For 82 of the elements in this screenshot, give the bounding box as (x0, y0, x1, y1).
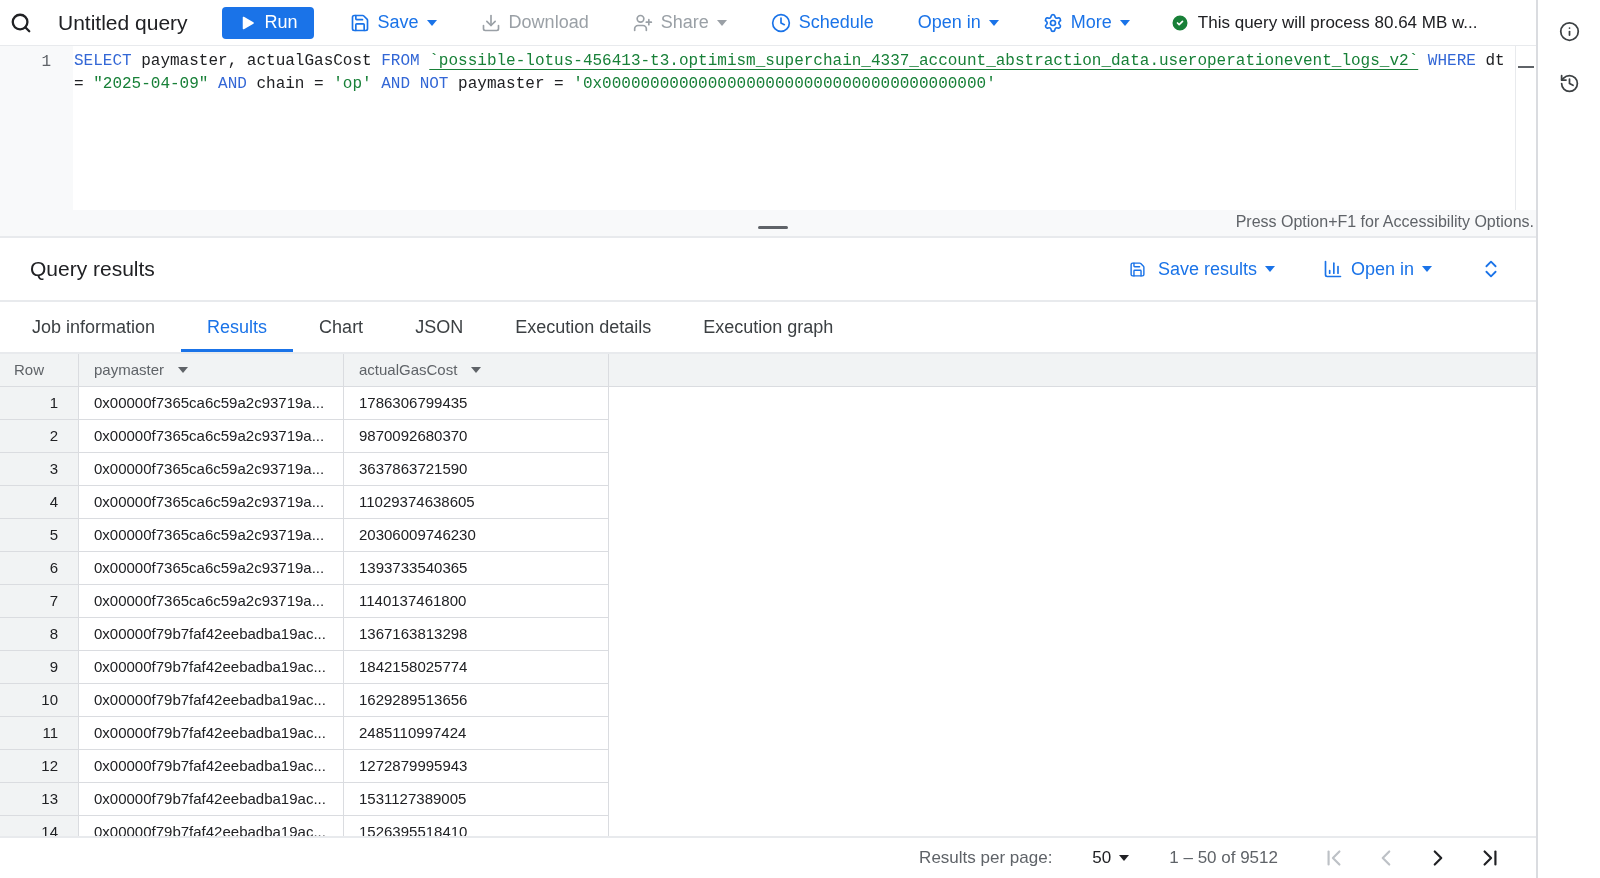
check-icon (1169, 12, 1190, 33)
table-cell: 0x00000f79b7faf42eebadba19ac... (79, 618, 344, 651)
table-cell: 0x00000f79b7faf42eebadba19ac... (79, 651, 344, 684)
table-cell: 0x00000f7365ca6c59a2c93719a... (79, 420, 344, 453)
open-in-button[interactable]: Open in (1322, 255, 1432, 283)
table-cell: 9870092680370 (344, 420, 609, 453)
table-cell: 1786306799435 (344, 387, 609, 420)
save-results-button[interactable]: Save results (1128, 255, 1275, 283)
row-number: 11 (0, 717, 79, 750)
table-cell: 0x00000f7365ca6c59a2c93719a... (79, 585, 344, 618)
code-line: = "2025-04-09" AND chain = 'op' AND NOT paymaster = '0x0000000000000000000000000000000000000000' (74, 74, 997, 95)
row-number: 5 (0, 519, 79, 552)
download-icon (480, 12, 501, 33)
table-cell: 3637863721590 (344, 453, 609, 486)
caret-icon (1119, 855, 1130, 861)
add-person-icon (632, 12, 653, 33)
row-number: 9 (0, 651, 79, 684)
caret-icon (1422, 266, 1432, 272)
toolbar-button[interactable]: Schedule (762, 6, 882, 39)
code-line: SELECT paymaster, actualGasCost FROM `possible-lotus-456413-t3.optimism_superchain_4337_account_abstraction_data.useroperationevent_logs_v2` WHERE dt (74, 51, 1506, 72)
table-cell: 1842158025774 (344, 651, 609, 684)
row-number: 4 (0, 486, 79, 519)
row-number: 6 (0, 552, 79, 585)
query-title: Untitled query (58, 9, 188, 36)
row-number: 10 (0, 684, 79, 717)
results-tab[interactable]: Execution details (489, 302, 678, 352)
results-per-page-label: Results per page: (919, 847, 1053, 870)
settings-icon (1042, 12, 1063, 33)
caret-icon (1264, 266, 1275, 272)
row-number: 8 (0, 618, 79, 651)
results-tab[interactable]: JSON (389, 302, 490, 352)
table-cell: 1393733540365 (344, 552, 609, 585)
clock-icon (770, 12, 791, 33)
chart-icon (1322, 259, 1343, 279)
table-cell: 2485110997424 (344, 717, 609, 750)
resize-handle[interactable] (758, 226, 788, 229)
toolbar-button[interactable]: Save (341, 6, 445, 39)
table-cell: 0x00000f7365ca6c59a2c93719a... (79, 387, 344, 420)
table-cell: 0x00000f7365ca6c59a2c93719a... (79, 519, 344, 552)
column-header[interactable]: Row (0, 354, 79, 386)
toolbar-button[interactable]: More (1034, 6, 1138, 39)
line-number: 1 (41, 52, 51, 73)
row-number: 14 (0, 816, 79, 836)
table-cell: 0x00000f79b7faf42eebadba19ac... (79, 750, 344, 783)
caret-icon (178, 367, 189, 373)
table-cell: 1140137461800 (344, 585, 609, 618)
page-range: 1 – 50 of 9512 (1169, 847, 1278, 870)
table-cell: 1272879995943 (344, 750, 609, 783)
info-icon[interactable] (1558, 21, 1580, 42)
results-title: Query results (30, 256, 156, 283)
status-message: This query will process 80.64 MB w... (1197, 11, 1478, 34)
save-icon (1128, 260, 1146, 278)
row-number: 2 (0, 420, 79, 453)
toolbar-button[interactable]: Run (221, 6, 314, 39)
table-cell: 0x00000f79b7faf42eebadba19ac... (79, 717, 344, 750)
save-icon (349, 12, 370, 33)
row-number: 13 (0, 783, 79, 816)
table-cell: 0x00000f79b7faf42eebadba19ac... (79, 684, 344, 717)
table-cell: 0x00000f79b7faf42eebadba19ac... (79, 783, 344, 816)
table-cell: 0x00000f7365ca6c59a2c93719a... (79, 486, 344, 519)
row-number: 7 (0, 585, 79, 618)
history-icon[interactable] (1558, 73, 1580, 94)
table-cell: 20306009746230 (344, 519, 609, 552)
page-size-select[interactable]: 50 (1092, 845, 1130, 871)
table-cell: 1531127389005 (344, 783, 609, 816)
toolbar-button[interactable]: Open in (909, 6, 1007, 39)
query-icon (10, 11, 32, 34)
table-cell: 11029374638605 (344, 486, 609, 519)
table-cell: 1367163813298 (344, 618, 609, 651)
caret-icon (471, 367, 482, 373)
column-header[interactable]: actualGasCost (344, 354, 609, 386)
results-tab[interactable]: Chart (293, 302, 390, 352)
accessibility-hint: Press Option+F1 for Accessibility Options. (1235, 212, 1535, 232)
results-tab[interactable]: Job information (6, 302, 182, 352)
column-header[interactable]: paymaster (79, 354, 344, 386)
table-cell: 1629289513656 (344, 684, 609, 717)
row-number: 1 (0, 387, 79, 420)
results-tab[interactable]: Execution graph (677, 302, 860, 352)
row-number: 3 (0, 453, 79, 486)
table-cell: 0x00000f7365ca6c59a2c93719a... (79, 453, 344, 486)
row-number: 12 (0, 750, 79, 783)
table-cell: 0x00000f7365ca6c59a2c93719a... (79, 552, 344, 585)
